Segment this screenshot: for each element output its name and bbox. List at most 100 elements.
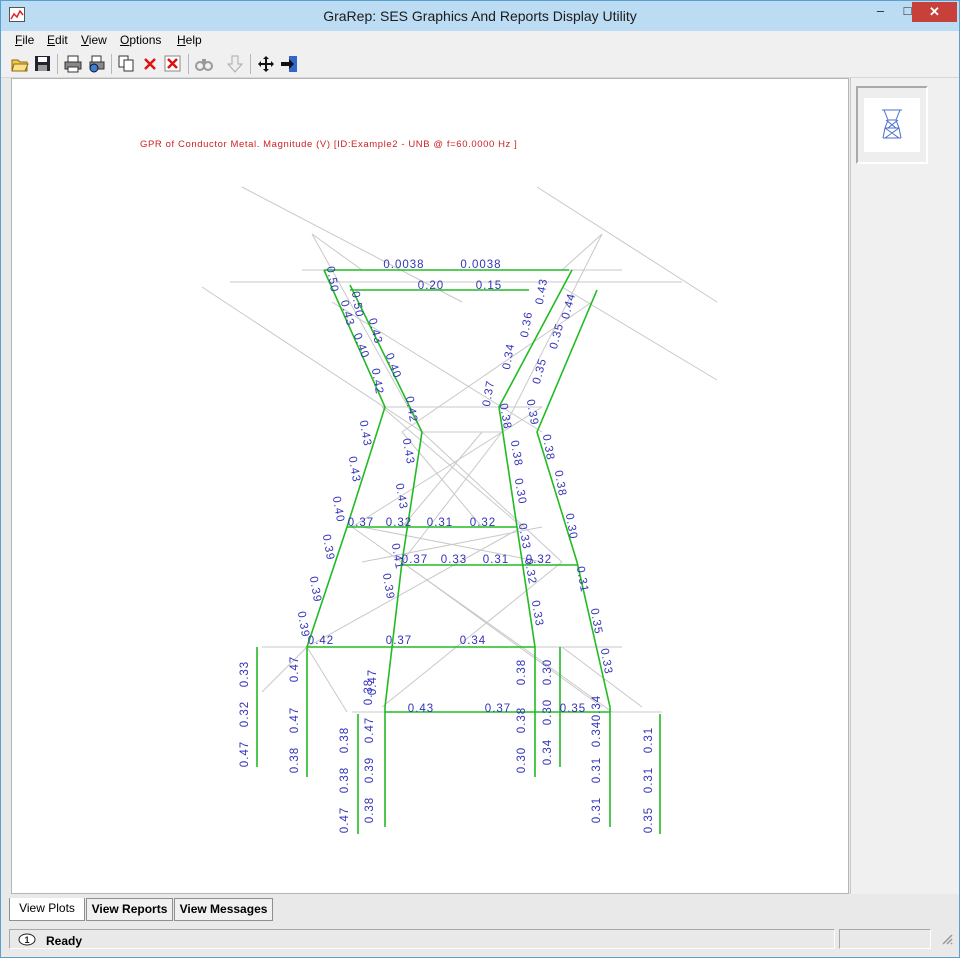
status-bar: 1 Ready [9, 929, 959, 951]
tab-view-plots[interactable]: View Plots [9, 898, 85, 921]
vertical-scrollbar[interactable] [950, 78, 959, 894]
open-icon [11, 59, 29, 72]
tab-view-reports[interactable]: View Reports [86, 898, 173, 921]
menu-help[interactable]: Help [177, 33, 202, 47]
gpr-value-label: 0.33 [598, 647, 614, 675]
move-button[interactable] [255, 53, 277, 75]
gpr-value-label: 0.30 [563, 512, 579, 540]
gpr-value-label: 0.43 [357, 419, 373, 447]
info-icon: 1 [18, 933, 36, 949]
toolbar-separator [250, 54, 251, 74]
plot-thumbnail[interactable] [856, 86, 928, 164]
export-icon [281, 56, 297, 72]
window-title: GraRep: SES Graphics And Reports Display… [323, 8, 637, 24]
gpr-value-label: 0.38 [339, 727, 351, 753]
gpr-value-label: 0.43 [408, 703, 434, 715]
find-button[interactable] [193, 53, 215, 75]
menu-help-label: elp [185, 33, 202, 47]
gpr-value-label: 0.39 [307, 575, 323, 603]
copy-button[interactable] [116, 53, 138, 75]
structure-member [401, 301, 593, 433]
gpr-value-label: 0.20 [418, 280, 444, 292]
svg-text:1: 1 [24, 935, 29, 945]
thumbnail-panel [850, 78, 951, 894]
main-window: GraRep: SES Graphics And Reports Display… [0, 0, 960, 958]
gpr-value-label: 0.35 [531, 357, 549, 386]
gpr-value-label: 0.37 [402, 554, 428, 566]
print-preview-icon [89, 55, 105, 73]
gpr-value-label: 0.32 [239, 701, 251, 727]
menu-options-label: ptions [129, 33, 162, 47]
copy-icon [118, 55, 134, 72]
gpr-value-label: 0.47 [339, 807, 351, 833]
gpr-value-label: 0.33 [239, 661, 251, 687]
menu-file-label: ile [22, 33, 35, 47]
save-button[interactable] [32, 53, 54, 75]
gpr-value-label: 0.34 [542, 739, 554, 765]
toolbar-separator [188, 54, 189, 74]
gpr-value-label: 0.31 [643, 767, 655, 793]
gpr-value-label: 0.31 [591, 757, 603, 783]
gpr-value-label: 0.47 [367, 669, 379, 695]
gpr-value-label: 0.35 [548, 322, 566, 351]
minimize-button[interactable]: – [867, 2, 894, 22]
export-button[interactable] [278, 53, 300, 75]
close-button[interactable]: ✕ [912, 2, 957, 22]
gpr-value-label: 0.38 [339, 767, 351, 793]
gpr-value-label: 0.38 [516, 707, 528, 733]
open-button[interactable] [9, 53, 31, 75]
gpr-value-label: 0.43 [346, 455, 362, 483]
delete-all-button[interactable] [162, 53, 184, 75]
gpr-value-label: 0.31 [427, 517, 453, 529]
gpr-value-label: 0.38 [552, 469, 568, 497]
gpr-value-label: 0.39 [320, 533, 336, 561]
gpr-value-label: 0.44 [560, 292, 578, 321]
print-preview-button[interactable] [85, 53, 107, 75]
structure-member [306, 646, 348, 713]
gpr-value-label: 0.30 [542, 699, 554, 725]
delete-all-icon [164, 55, 181, 72]
gpr-value-label: 0.33 [441, 554, 467, 566]
gpr-value-label: 0.31 [574, 565, 590, 593]
toolbar-separator [57, 54, 58, 74]
title-bar[interactable]: GraRep: SES Graphics And Reports Display… [1, 1, 959, 31]
gpr-value-label: 0.47 [239, 741, 251, 767]
tower-thumbnail-icon [882, 109, 902, 139]
structure-member [561, 233, 603, 271]
menu-edit[interactable]: Edit [47, 33, 68, 47]
print-icon [64, 55, 82, 73]
menu-options[interactable]: Options [120, 33, 161, 47]
gpr-value-label: 0.34 [460, 635, 486, 647]
menu-file[interactable]: File [15, 33, 34, 47]
tab-view-messages[interactable]: View Messages [174, 898, 273, 921]
menu-view[interactable]: View [81, 33, 107, 47]
gpr-value-label: 0.38 [289, 747, 301, 773]
gpr-value-label: 0.39 [380, 572, 396, 600]
gpr-value-label: 0.38 [364, 797, 376, 823]
menu-bar: File Edit View Options Help [1, 31, 959, 51]
gpr-value-label: 0.31 [483, 554, 509, 566]
print-button[interactable] [62, 53, 84, 75]
gpr-value-label: 0.31 [643, 727, 655, 753]
menu-edit-label: dit [55, 33, 68, 47]
status-panel-secondary [839, 929, 931, 949]
resize-grip-icon[interactable] [941, 933, 953, 948]
gpr-value-label: 0.43 [366, 317, 384, 346]
gpr-value-label: 0.35 [588, 607, 604, 635]
gpr-value-label: 0.39 [364, 757, 376, 783]
conductor-segments [256, 269, 661, 834]
menu-help-mnemonic: H [177, 33, 186, 47]
delete-button[interactable] [139, 53, 161, 75]
toolbar-separator [111, 54, 112, 74]
plot-canvas[interactable]: GPR of Conductor Metal. Magnitude (V) [I… [0, 0, 849, 894]
structure-member [311, 233, 363, 271]
gpr-value-label: 0.42 [369, 367, 385, 395]
gpr-value-label: 0.34 [591, 695, 603, 721]
gpr-value-label: 0.37 [348, 517, 374, 529]
gpr-value-label: 0.30 [512, 477, 528, 505]
move-down-button[interactable] [224, 53, 246, 75]
gpr-value-label: 0.15 [476, 280, 502, 292]
gpr-value-label: 0.37 [386, 635, 412, 647]
gpr-value-label: 0.38 [516, 659, 528, 685]
plot-title: GPR of Conductor Metal. Magnitude (V) [I… [140, 139, 517, 150]
